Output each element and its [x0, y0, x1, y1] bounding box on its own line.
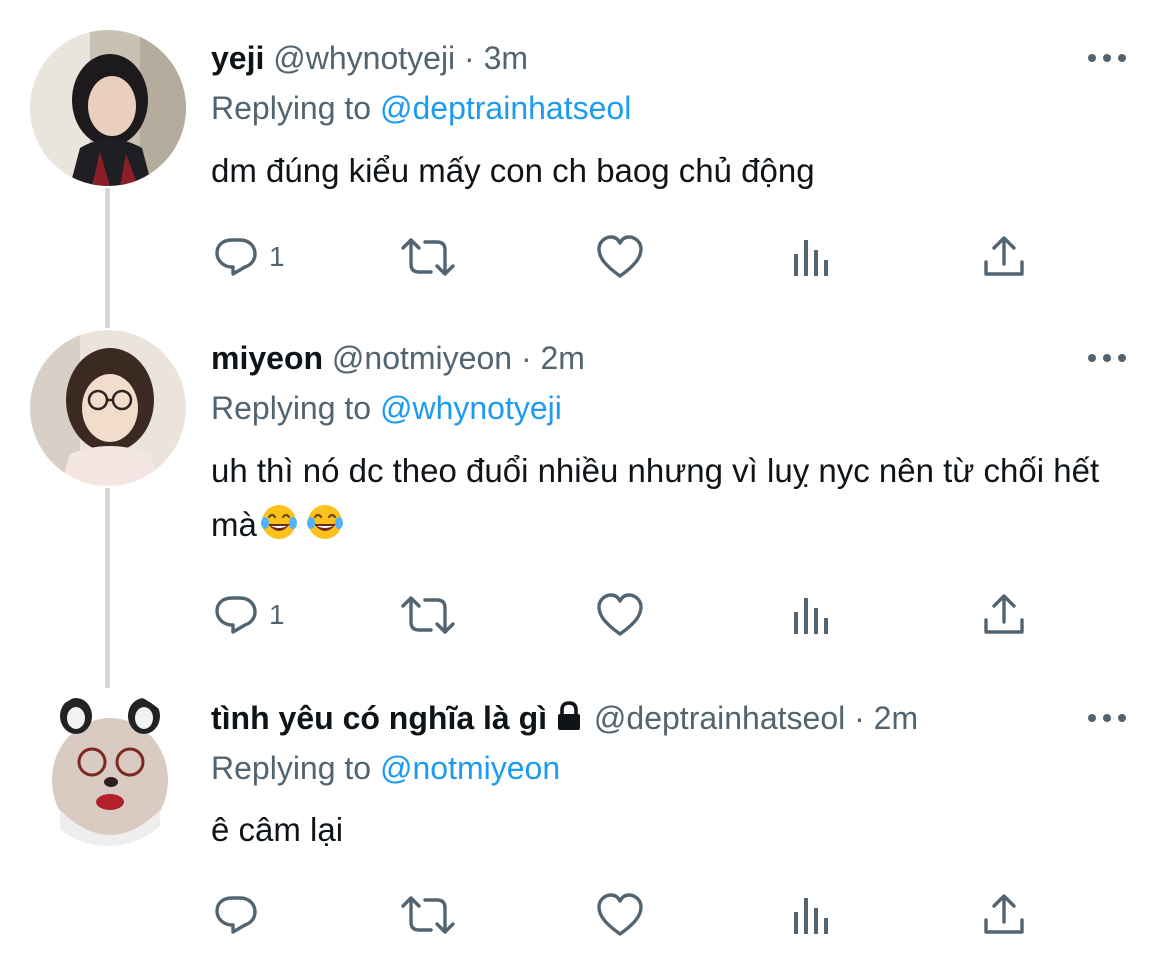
- like-button[interactable]: [596, 590, 644, 640]
- tweet-actions: 1: [211, 590, 1051, 640]
- like-button[interactable]: [596, 890, 644, 940]
- share-button[interactable]: [981, 890, 1027, 940]
- reply-button[interactable]: [213, 890, 269, 940]
- replying-prefix: Replying to: [211, 390, 372, 426]
- replying-prefix: Replying to: [211, 750, 372, 786]
- separator-dot: ·: [854, 700, 865, 736]
- avatar[interactable]: [30, 690, 186, 846]
- tweet-text: ê câm lại: [211, 803, 1131, 857]
- analytics-button[interactable]: [792, 590, 832, 640]
- user-handle[interactable]: @whynotyeji: [273, 40, 455, 76]
- share-button[interactable]: [981, 590, 1027, 640]
- retweet-button[interactable]: [399, 890, 457, 940]
- tweet-header: yeji @whynotyeji · 3m: [211, 38, 528, 78]
- user-handle[interactable]: @deptrainhatseol: [594, 700, 845, 736]
- analytics-button[interactable]: [792, 890, 832, 940]
- share-icon: [984, 236, 1024, 276]
- tears-of-joy-emoji: [305, 502, 345, 558]
- tweet-actions: 1: [211, 232, 1051, 282]
- tweet-text-content: dm đúng kiểu mấy con ch baog chủ động: [211, 152, 815, 189]
- more-icon[interactable]: [1088, 708, 1126, 728]
- display-name[interactable]: miyeon: [211, 340, 323, 376]
- lock-icon: [553, 700, 585, 741]
- replying-to: Replying to @whynotyeji: [211, 388, 562, 428]
- replying-mention[interactable]: @whynotyeji: [380, 390, 562, 426]
- thread-line: [105, 188, 110, 328]
- display-name[interactable]: yeji: [211, 40, 264, 76]
- more-icon[interactable]: [1088, 348, 1126, 368]
- reply-button[interactable]: 1: [213, 590, 285, 640]
- reply-icon: [215, 238, 257, 276]
- share-icon: [984, 894, 1024, 934]
- tweet-actions: [211, 890, 1051, 940]
- replying-mention[interactable]: @notmiyeon: [380, 750, 560, 786]
- separator-dot: ·: [464, 40, 475, 76]
- timestamp[interactable]: 2m: [540, 340, 584, 376]
- like-button[interactable]: [596, 232, 644, 282]
- reply-button[interactable]: 1: [213, 232, 285, 282]
- tweet-header: miyeon @notmiyeon · 2m: [211, 338, 585, 378]
- replying-prefix: Replying to: [211, 90, 372, 126]
- analytics-icon: [794, 240, 828, 276]
- tweet-header: tình yêu có nghĩa là gì @deptrainhatseol…: [211, 698, 918, 741]
- reply-count: 1: [269, 599, 285, 630]
- analytics-icon: [794, 598, 828, 634]
- reply-icon: [215, 896, 257, 934]
- retweet-icon: [401, 596, 455, 634]
- reply-count: 1: [269, 241, 285, 272]
- tweet-text-content: ê câm lại: [211, 811, 344, 848]
- timestamp[interactable]: 2m: [874, 700, 918, 736]
- analytics-icon: [794, 898, 828, 934]
- retweet-button[interactable]: [399, 232, 457, 282]
- reply-icon: [215, 596, 257, 634]
- retweet-button[interactable]: [399, 590, 457, 640]
- like-icon: [597, 235, 643, 278]
- user-handle[interactable]: @notmiyeon: [332, 340, 512, 376]
- display-name[interactable]: tình yêu có nghĩa là gì: [211, 700, 547, 736]
- replying-to: Replying to @notmiyeon: [211, 748, 560, 788]
- tweet-text: uh thì nó dc theo đuổi nhiều nhưng vì lu…: [211, 444, 1131, 558]
- avatar[interactable]: [30, 30, 186, 186]
- replying-mention[interactable]: @deptrainhatseol: [380, 90, 631, 126]
- timestamp[interactable]: 3m: [484, 40, 528, 76]
- avatar[interactable]: [30, 330, 186, 486]
- tears-of-joy-emoji: [259, 502, 299, 558]
- like-icon: [597, 893, 643, 936]
- share-button[interactable]: [981, 232, 1027, 282]
- more-icon[interactable]: [1088, 48, 1126, 68]
- replying-to: Replying to @deptrainhatseol: [211, 88, 631, 128]
- share-icon: [984, 594, 1024, 634]
- thread-line: [105, 488, 110, 688]
- retweet-icon: [401, 238, 455, 276]
- separator-dot: ·: [520, 340, 532, 376]
- tweet-text: dm đúng kiểu mấy con ch baog chủ động: [211, 144, 1131, 198]
- like-icon: [597, 593, 643, 636]
- analytics-button[interactable]: [792, 232, 832, 282]
- retweet-icon: [401, 896, 455, 934]
